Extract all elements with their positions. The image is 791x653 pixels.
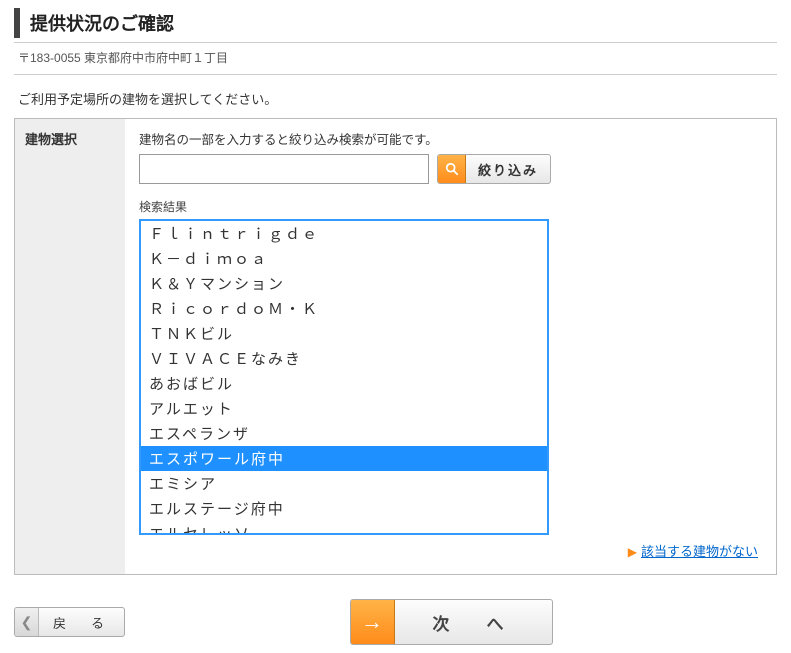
result-item[interactable]: Ｋ＆Ｙマンション	[141, 271, 547, 296]
back-button-label: 戻 る	[39, 613, 124, 632]
panel-label: 建物選択	[15, 119, 125, 574]
result-item[interactable]: Ｆｌｉｎｔｒｉｇｄｅ	[141, 221, 547, 246]
result-item[interactable]: エルステージ府中	[141, 496, 547, 521]
filter-button[interactable]: 絞り込み	[437, 154, 551, 184]
search-hint: 建物名の一部を入力すると絞り込み検索が可能です。	[139, 129, 762, 148]
arrow-right-icon: ▶	[628, 545, 637, 559]
arrow-right-large-icon: →	[351, 600, 395, 644]
result-item[interactable]: エスポワール府中	[141, 446, 547, 471]
back-button[interactable]: ❮ 戻 る	[14, 607, 125, 637]
result-item[interactable]: エスペランザ	[141, 421, 547, 446]
result-item[interactable]: エルセレッソ	[141, 521, 547, 535]
search-icon	[438, 155, 466, 183]
building-search-input[interactable]	[139, 154, 429, 184]
results-label: 検索結果	[139, 198, 762, 215]
result-item[interactable]: アルエット	[141, 396, 547, 421]
page-title: 提供状況のご確認	[14, 8, 777, 38]
arrow-left-icon: ❮	[15, 608, 39, 636]
result-item[interactable]: ＶＩＶＡＣＥなみき	[141, 346, 547, 371]
result-item[interactable]: エミシア	[141, 471, 547, 496]
not-found-row: ▶ 該当する建物がない	[139, 541, 762, 560]
panel-body: 建物名の一部を入力すると絞り込み検索が可能です。 絞り込み 検索結果 Ｆｌｉｎｔ…	[125, 119, 776, 574]
result-item[interactable]: Ｋ－ｄｉｍｏａ	[141, 246, 547, 271]
search-row: 絞り込み	[139, 154, 762, 184]
address-line: 〒183-0055 東京都府中市府中町１丁目	[14, 49, 777, 75]
nav-row: ❮ 戻 る → 次 へ	[14, 599, 777, 645]
building-select-panel: 建物選択 建物名の一部を入力すると絞り込み検索が可能です。 絞り込み 検索結果 …	[14, 118, 777, 575]
result-item[interactable]: ＴＮＫビル	[141, 321, 547, 346]
result-item[interactable]: ＲｉｃｏｒｄｏＭ・Ｋ	[141, 296, 547, 321]
results-listbox[interactable]: ＦｌｉｎｔｒｉｇｄｅＫ－ｄｉｍｏａＫ＆ＹマンションＲｉｃｏｒｄｏＭ・ＫＴＮＫビル…	[139, 219, 549, 535]
not-found-link[interactable]: 該当する建物がない	[641, 544, 758, 559]
instruction-text: ご利用予定場所の建物を選択してください。	[18, 89, 777, 108]
title-divider	[14, 42, 777, 43]
next-button[interactable]: → 次 へ	[350, 599, 553, 645]
filter-button-label: 絞り込み	[466, 160, 550, 179]
result-item[interactable]: あおばビル	[141, 371, 547, 396]
next-button-label: 次 へ	[395, 610, 552, 635]
